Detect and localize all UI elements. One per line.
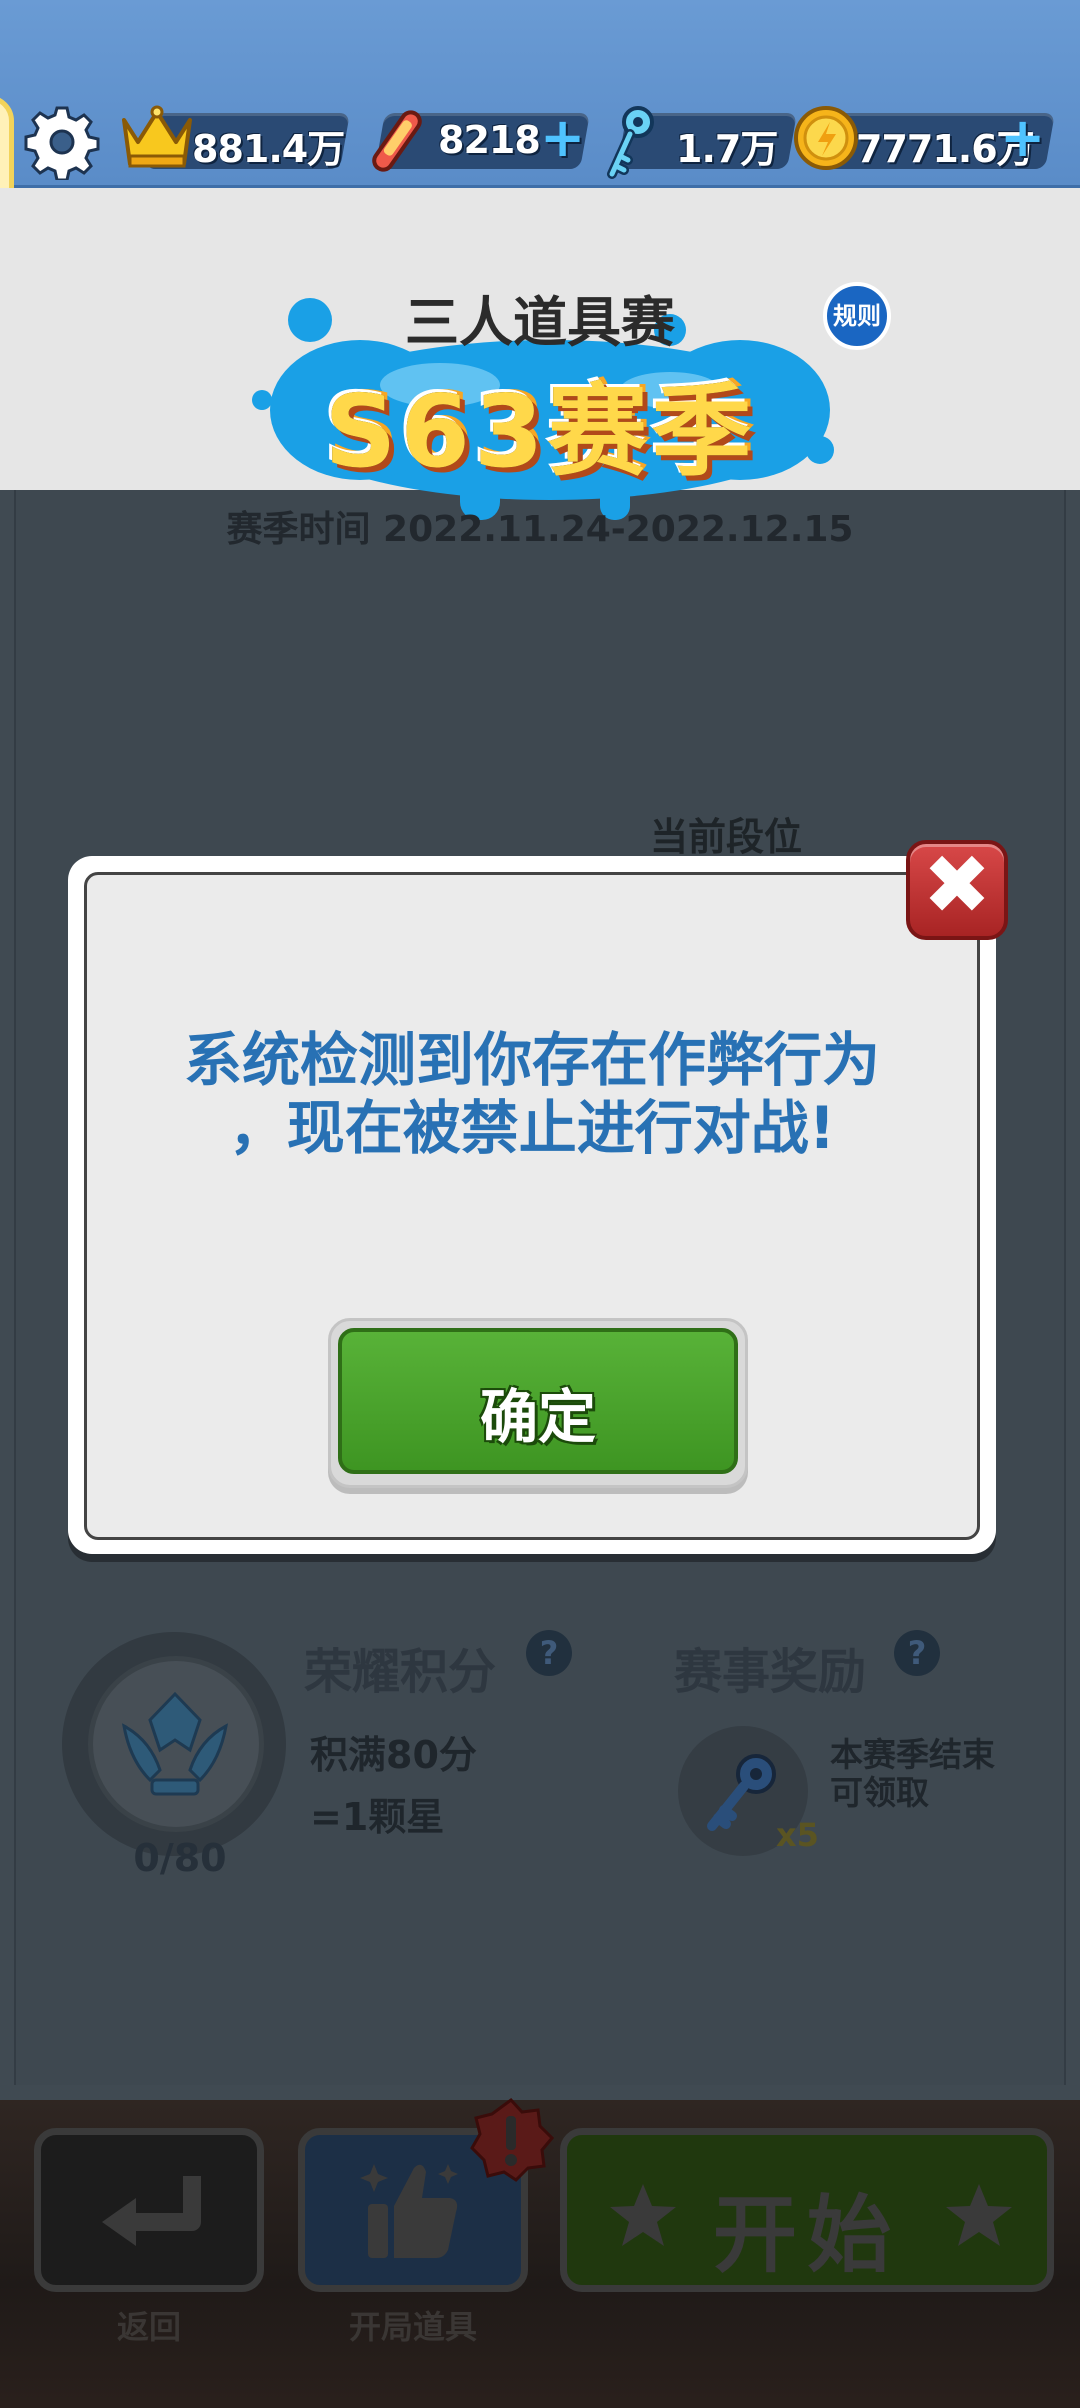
keys-value: 1.7万 — [676, 127, 778, 171]
honor-help-button[interactable]: ? — [526, 1630, 572, 1676]
crowns-value: 881.4万 — [192, 127, 345, 171]
add-boards-button[interactable]: + — [540, 106, 585, 169]
return-arrow-icon — [102, 2176, 201, 2246]
current-rank-label: 当前段位 — [650, 815, 803, 859]
key-icon — [607, 106, 654, 179]
confirm-label[interactable]: 确定 — [338, 1370, 738, 1454]
honor-description: 积满80分 =1颗星 — [310, 1724, 477, 1848]
rules-button[interactable]: 规则 — [823, 282, 891, 350]
reward-help-button[interactable]: ? — [894, 1630, 940, 1676]
start-items-label: 开局道具 — [348, 2308, 477, 2346]
alert-badge-icon — [470, 2098, 554, 2182]
honor-desc-line1: 积满80分 — [310, 1733, 477, 1777]
mode-title: 三人道具赛 — [405, 291, 675, 354]
dialog-message-line1: 系统检测到你存在作弊行为 — [183, 1026, 880, 1094]
reward-desc-line2: 可领取 — [830, 1773, 929, 1812]
thumbs-up-icon — [360, 2164, 458, 2258]
reward-description: 本赛季结束 可领取 — [830, 1736, 995, 1812]
close-icon[interactable]: ✖ — [906, 836, 1008, 936]
reward-desc-line1: 本赛季结束 — [830, 1735, 995, 1774]
rank-emblem-icon — [121, 1691, 229, 1796]
dialog-message: 系统检测到你存在作弊行为 ，现在被禁止进行对战! — [84, 1026, 980, 1162]
honor-progress: 0/80 — [133, 1836, 227, 1880]
honor-points-title: 荣耀积分 — [304, 1644, 497, 1700]
dialog-message-line2: ，现在被禁止进行对战! — [228, 1094, 836, 1162]
settings-gear-icon[interactable] — [24, 104, 100, 180]
boards-value: 8218 — [438, 118, 541, 162]
event-rewards-title: 赛事奖励 — [674, 1644, 867, 1700]
season-time: 赛季时间 2022.11.24-2022.12.15 — [226, 509, 854, 550]
coin-icon — [794, 106, 858, 170]
reward-count: x5 — [776, 1816, 819, 1854]
back-label: 返回 — [116, 2308, 181, 2346]
season-logo-text: S63赛季 — [324, 373, 756, 490]
honor-desc-line2: =1颗星 — [310, 1795, 445, 1839]
start-label: 开始 — [712, 2186, 901, 2284]
hoverboard-icon — [372, 110, 422, 172]
add-coins-button[interactable]: + — [1000, 106, 1045, 169]
crown-icon — [122, 105, 192, 168]
